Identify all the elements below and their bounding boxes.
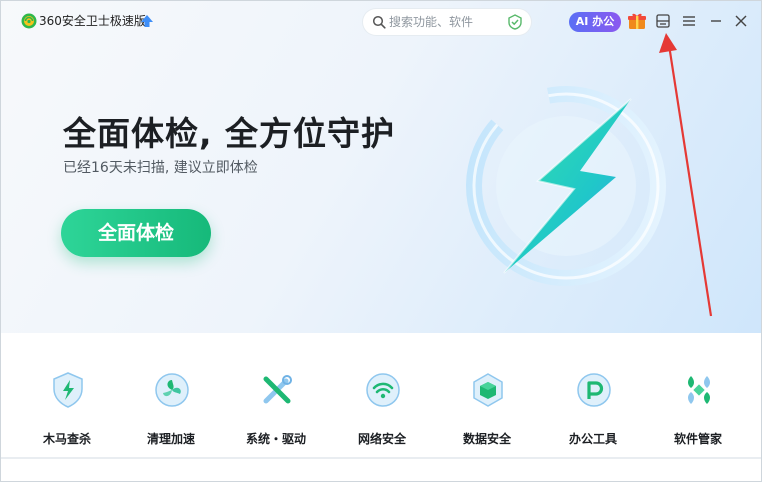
gift-icon[interactable]	[627, 11, 647, 31]
tool-label: 软件管家	[673, 432, 722, 446]
system-tools-icon	[263, 375, 292, 404]
search-icon	[372, 15, 386, 29]
upgrade-arrow-icon[interactable]	[140, 13, 154, 29]
tool-label: 办公工具	[568, 432, 617, 446]
search-box[interactable]: 搜索功能、软件	[363, 9, 531, 35]
tool-data-security[interactable]: 数据安全	[437, 369, 537, 453]
app-title: 360安全卫士极速版	[39, 14, 146, 28]
tool-trojan-scan[interactable]: 木马查杀	[17, 369, 117, 453]
bottom-divider	[1, 457, 761, 459]
security-shield-icon[interactable]	[507, 14, 523, 30]
tool-label: 清理加速	[146, 432, 195, 446]
tool-software-manager[interactable]: 软件管家	[648, 369, 748, 453]
hero-panel: 360安全卫士极速版 搜索功能、软件 AI 办公 全面体检, 全方位守护 已经1…	[1, 1, 761, 333]
office-tools-icon	[577, 373, 611, 407]
minimize-icon[interactable]	[709, 14, 723, 28]
tool-label: 数据安全	[462, 432, 511, 446]
wifi-security-icon	[366, 373, 400, 407]
title-bar: 360安全卫士极速版 搜索功能、软件 AI 办公	[1, 1, 761, 43]
tool-system-driver[interactable]: 系统・驱动	[226, 369, 326, 453]
tool-network-security[interactable]: 网络安全	[332, 369, 432, 453]
tool-office-tools[interactable]: 办公工具	[543, 369, 643, 453]
tool-cleanup[interactable]: 清理加速	[121, 369, 221, 453]
hero-headline: 全面体检, 全方位守护	[63, 114, 396, 153]
tool-label: 网络安全	[357, 432, 406, 446]
trojan-shield-icon	[53, 372, 83, 408]
tools-panel: 木马查杀 清理加速 系统・驱动 网络安全 数据安全 办公工具 软件管家	[1, 333, 761, 457]
ai-office-button[interactable]: AI 办公	[569, 12, 621, 32]
360-logo-icon	[21, 13, 37, 29]
full-scan-button[interactable]: 全面体检	[61, 209, 211, 257]
menu-icon[interactable]	[682, 14, 696, 28]
data-cube-icon	[473, 373, 503, 407]
tool-label: 木马查杀	[42, 432, 91, 446]
hero-subline: 已经16天未扫描, 建议立即体检	[63, 160, 258, 176]
software-manager-icon	[688, 376, 710, 404]
search-placeholder[interactable]: 搜索功能、软件	[389, 14, 473, 30]
tool-label: 系统・驱动	[245, 432, 306, 446]
lightning-shield-emblem-icon	[466, 86, 666, 286]
skin-icon[interactable]	[655, 13, 671, 29]
app-window: 360安全卫士极速版 搜索功能、软件 AI 办公 全面体检, 全方位守护 已经1…	[0, 0, 762, 482]
close-icon[interactable]	[734, 14, 748, 28]
cleanup-fan-icon	[155, 373, 189, 407]
